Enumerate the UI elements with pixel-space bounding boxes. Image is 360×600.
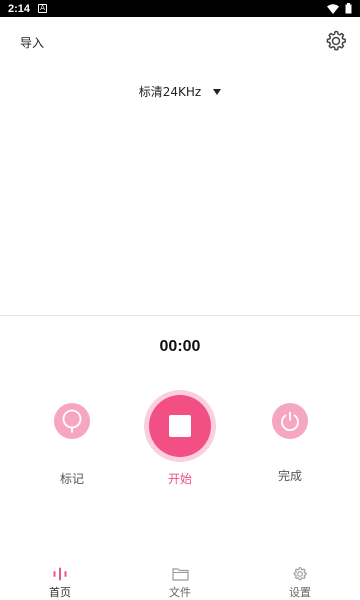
waveform-icon	[51, 566, 69, 582]
caret-down-icon	[213, 89, 222, 95]
mark-button[interactable]	[54, 403, 90, 439]
finish-button[interactable]	[272, 403, 308, 439]
folder-icon	[171, 566, 189, 582]
status-icons	[327, 3, 352, 14]
power-icon	[281, 411, 299, 432]
tab-home-label: 首页	[49, 586, 71, 599]
recording-timer: 00:00	[159, 338, 201, 355]
tab-settings[interactable]: 设置	[240, 560, 360, 600]
notification-icon: A	[38, 4, 48, 13]
tab-settings-label: 设置	[289, 586, 311, 599]
battery-icon	[345, 3, 352, 14]
quality-label: 标清24KHz	[138, 85, 202, 99]
bottom-tab-bar: 首页 文件 设置	[0, 560, 360, 600]
marker-bubble-icon	[62, 409, 82, 433]
wifi-icon	[327, 3, 339, 14]
status-time: 2:14	[8, 2, 31, 15]
record-stop-button[interactable]	[149, 395, 211, 457]
divider	[0, 315, 360, 316]
tab-files-label: 文件	[169, 586, 191, 599]
import-button[interactable]: 导入	[20, 34, 44, 51]
tab-home[interactable]: 首页	[0, 560, 120, 600]
stop-icon	[169, 415, 191, 437]
gear-icon	[291, 566, 309, 582]
start-label: 开始	[167, 472, 192, 486]
top-bar: 导入	[0, 17, 360, 67]
record-button-ring	[144, 390, 216, 462]
settings-button[interactable]	[324, 29, 348, 53]
status-bar: 2:14 A	[0, 0, 360, 17]
mark-label: 标记	[59, 472, 84, 486]
finish-label: 完成	[277, 469, 302, 483]
gear-icon	[326, 30, 346, 51]
tab-files[interactable]: 文件	[120, 560, 240, 600]
quality-selector[interactable]: 标清24KHz	[0, 83, 360, 100]
